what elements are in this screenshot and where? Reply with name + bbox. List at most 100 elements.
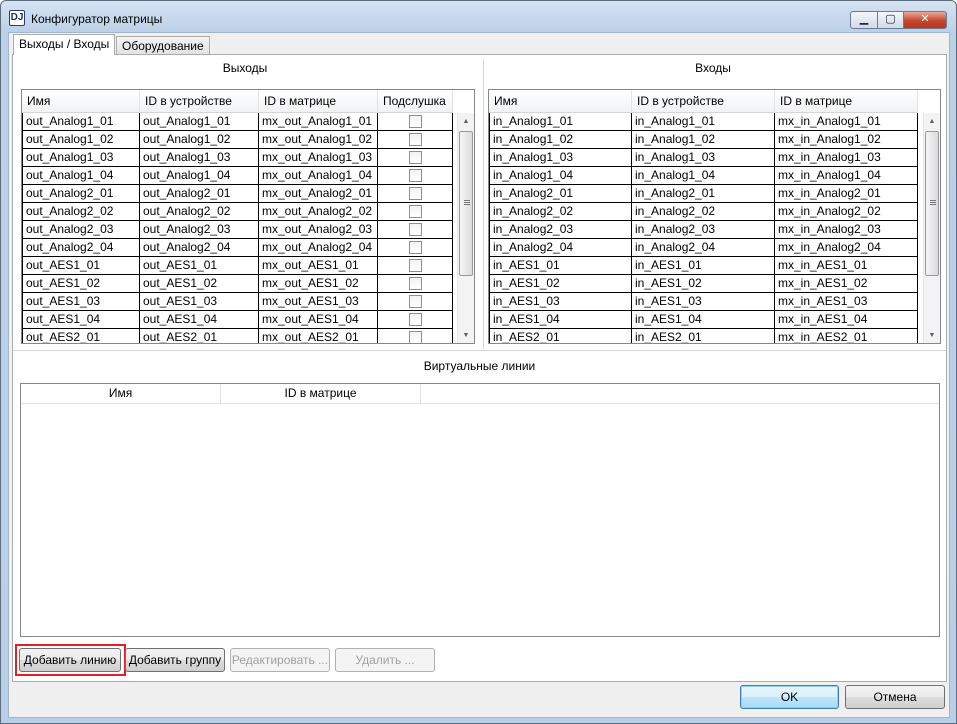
monitor-checkbox[interactable] — [408, 223, 422, 236]
maximize-button[interactable]: ▢ — [877, 11, 904, 29]
table-cell[interactable]: out_AES1_04 — [140, 311, 259, 329]
table-row[interactable]: out_AES1_03 out_AES1_03 mx_out_AES1_03 — [22, 293, 453, 311]
table-cell[interactable]: in_Analog2_02 — [632, 203, 775, 221]
table-row[interactable]: in_Analog2_02 in_Analog2_02 mx_in_Analog2_… — [489, 203, 918, 221]
table-cell[interactable]: in_AES1_04 — [489, 311, 632, 329]
table-row[interactable]: in_AES1_03 in_AES1_03 mx_in_AES1_03 — [489, 293, 918, 311]
scroll-thumb[interactable] — [459, 131, 473, 276]
table-row[interactable]: in_AES2_01 in_AES2_01 mx_in_AES2_01 — [489, 329, 918, 343]
table-cell[interactable]: in_AES2_01 — [489, 329, 632, 343]
monitor-checkbox[interactable] — [408, 151, 422, 164]
table-cell[interactable]: in_AES2_01 — [632, 329, 775, 343]
table-row[interactable]: out_Analog2_02 out_Analog2_02 mx_out_Analo… — [22, 203, 453, 221]
table-cell[interactable]: mx_in_Analog2_04 — [775, 239, 918, 257]
col-header-matrix-id[interactable]: ID в матрице — [775, 90, 918, 113]
table-cell[interactable]: mx_out_Analog2_01 — [259, 185, 378, 203]
table-cell[interactable]: in_Analog2_01 — [489, 185, 632, 203]
table-row[interactable]: out_AES1_02 out_AES1_02 mx_out_AES1_02 — [22, 275, 453, 293]
monitor-checkbox[interactable] — [408, 205, 422, 218]
table-cell[interactable]: mx_in_AES1_04 — [775, 311, 918, 329]
table-cell[interactable]: in_AES1_03 — [632, 293, 775, 311]
add-group-button[interactable]: Добавить группу — [125, 648, 225, 672]
table-cell[interactable]: in_Analog2_04 — [489, 239, 632, 257]
table-row[interactable]: out_Analog1_01 out_Analog1_01 mx_out_Analo… — [22, 113, 453, 131]
table-cell[interactable]: out_Analog2_04 — [22, 239, 140, 257]
inputs-grid[interactable]: Имя ID в устройстве ID в матрице in_Anal… — [488, 89, 941, 344]
monitor-checkbox[interactable] — [408, 277, 422, 290]
table-cell[interactable]: mx_out_AES1_04 — [259, 311, 378, 329]
table-row[interactable]: out_Analog1_04 out_Analog1_04 mx_out_Analo… — [22, 167, 453, 185]
table-cell[interactable]: mx_out_AES1_02 — [259, 275, 378, 293]
table-cell[interactable]: out_Analog2_01 — [22, 185, 140, 203]
table-row[interactable]: in_Analog1_03 in_Analog1_03 mx_in_Analog1_… — [489, 149, 918, 167]
table-cell[interactable]: mx_in_Analog2_02 — [775, 203, 918, 221]
monitor-checkbox[interactable] — [408, 115, 422, 128]
table-row[interactable]: in_AES1_04 in_AES1_04 mx_in_AES1_04 — [489, 311, 918, 329]
table-cell[interactable]: in_Analog2_01 — [632, 185, 775, 203]
table-row[interactable]: in_Analog1_02 in_Analog1_02 mx_in_Analog1_… — [489, 131, 918, 149]
table-cell[interactable]: in_Analog1_01 — [489, 113, 632, 131]
table-cell[interactable]: out_AES2_01 — [140, 329, 259, 343]
table-cell[interactable]: in_AES1_04 — [632, 311, 775, 329]
cancel-button[interactable]: Отмена — [845, 685, 945, 709]
table-row[interactable]: out_Analog2_01 out_Analog2_01 mx_out_Analo… — [22, 185, 453, 203]
col-header-device-id[interactable]: ID в устройстве — [140, 90, 259, 113]
table-cell[interactable]: mx_in_Analog2_01 — [775, 185, 918, 203]
horizontal-splitter[interactable] — [13, 350, 946, 352]
title-bar[interactable]: DJ Конфигуратор матрицы ▁ ▢ ✕ — [1, 1, 956, 33]
outputs-grid[interactable]: Имя ID в устройстве ID в матрице Подслуш… — [21, 89, 475, 344]
table-cell[interactable]: mx_out_AES1_03 — [259, 293, 378, 311]
scroll-down-arrow-icon[interactable]: ▼ — [924, 327, 940, 343]
table-cell[interactable]: out_AES1_03 — [22, 293, 140, 311]
col-header-device-id[interactable]: ID в устройстве — [632, 90, 775, 113]
table-cell[interactable]: mx_out_Analog1_04 — [259, 167, 378, 185]
table-cell[interactable]: mx_in_AES1_02 — [775, 275, 918, 293]
table-cell[interactable]: mx_out_Analog2_02 — [259, 203, 378, 221]
table-cell[interactable]: out_Analog1_04 — [22, 167, 140, 185]
table-cell[interactable]: out_AES1_03 — [140, 293, 259, 311]
table-cell[interactable]: mx_out_Analog1_03 — [259, 149, 378, 167]
table-cell[interactable]: out_AES1_01 — [140, 257, 259, 275]
table-cell[interactable]: out_AES2_01 — [22, 329, 140, 343]
table-cell[interactable]: mx_out_AES2_01 — [259, 329, 378, 343]
inputs-scrollbar[interactable]: ▲ ▼ — [923, 113, 940, 343]
monitor-checkbox[interactable] — [408, 133, 422, 146]
table-cell[interactable]: out_Analog2_01 — [140, 185, 259, 203]
table-cell[interactable]: mx_in_AES1_01 — [775, 257, 918, 275]
table-cell[interactable]: mx_out_Analog2_03 — [259, 221, 378, 239]
close-button[interactable]: ✕ — [903, 11, 947, 29]
monitor-checkbox[interactable] — [408, 313, 422, 326]
table-cell[interactable]: out_AES1_02 — [140, 275, 259, 293]
table-cell[interactable]: in_Analog1_03 — [632, 149, 775, 167]
table-cell[interactable]: mx_in_Analog2_03 — [775, 221, 918, 239]
table-row[interactable]: in_AES1_02 in_AES1_02 mx_in_AES1_02 — [489, 275, 918, 293]
edit-button[interactable]: Редактировать ... — [230, 648, 330, 672]
table-row[interactable]: in_Analog2_03 in_Analog2_03 mx_in_Analog2_… — [489, 221, 918, 239]
scroll-down-arrow-icon[interactable]: ▼ — [458, 327, 474, 343]
table-cell[interactable]: in_AES1_01 — [632, 257, 775, 275]
table-cell[interactable]: mx_out_Analog2_04 — [259, 239, 378, 257]
table-cell[interactable]: out_Analog1_02 — [140, 131, 259, 149]
col-header-matrix-id[interactable]: ID в матрице — [259, 90, 378, 113]
table-cell[interactable]: mx_out_Analog1_01 — [259, 113, 378, 131]
table-cell[interactable]: mx_in_AES2_01 — [775, 329, 918, 343]
table-cell[interactable]: out_Analog1_02 — [22, 131, 140, 149]
table-cell[interactable]: in_Analog1_01 — [632, 113, 775, 131]
tab-outputs-inputs[interactable]: Выходы / Входы — [13, 34, 116, 55]
table-cell[interactable]: out_Analog1_03 — [140, 149, 259, 167]
outputs-scrollbar[interactable]: ▲ ▼ — [457, 113, 474, 343]
table-cell[interactable]: out_Analog1_01 — [22, 113, 140, 131]
col-header-name[interactable]: Имя — [489, 90, 632, 113]
table-cell[interactable]: out_Analog2_02 — [140, 203, 259, 221]
table-row[interactable]: in_Analog2_01 in_Analog2_01 mx_in_Analog2_… — [489, 185, 918, 203]
table-cell[interactable]: in_AES1_02 — [489, 275, 632, 293]
table-cell[interactable]: in_Analog2_02 — [489, 203, 632, 221]
table-cell[interactable]: in_Analog2_04 — [632, 239, 775, 257]
table-cell[interactable]: mx_out_Analog1_02 — [259, 131, 378, 149]
table-cell[interactable]: out_Analog2_03 — [22, 221, 140, 239]
table-cell[interactable]: out_AES1_02 — [22, 275, 140, 293]
table-row[interactable]: out_AES2_01 out_AES2_01 mx_out_AES2_01 — [22, 329, 453, 343]
table-row[interactable]: out_Analog1_03 out_Analog1_03 mx_out_Analo… — [22, 149, 453, 167]
table-cell[interactable]: out_AES1_01 — [22, 257, 140, 275]
scroll-thumb[interactable] — [925, 131, 939, 276]
